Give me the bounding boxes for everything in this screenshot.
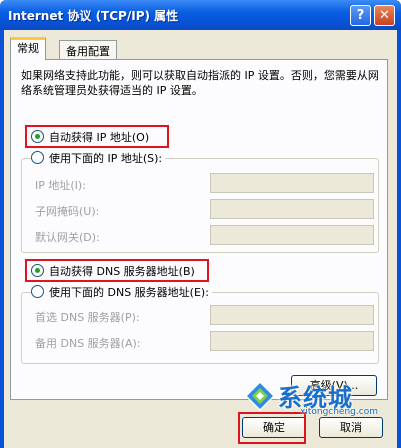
preferred-dns-label: 首选 DNS 服务器(P): (35, 311, 140, 324)
subnet-mask-label: 子网掩码(U): (35, 205, 100, 218)
dialog-window: Internet 协议 (TCP/IP) 属性 ? ✕ 常规 备用配置 如果网络… (0, 0, 401, 448)
radio-manual-dns[interactable]: 使用下面的 DNS 服务器地址(E): (31, 283, 212, 300)
title-bar[interactable]: Internet 协议 (TCP/IP) 属性 ? ✕ (0, 0, 401, 30)
radio-manual-ip-label: 使用下面的 IP 地址(S): (49, 151, 163, 165)
preferred-dns-input[interactable] (210, 305, 374, 325)
window-title: Internet 协议 (TCP/IP) 属性 (8, 9, 179, 23)
alternate-dns-label: 备用 DNS 服务器(A): (35, 337, 141, 350)
radio-manual-ip-indicator[interactable] (31, 151, 44, 164)
radio-auto-dns-indicator[interactable] (31, 264, 44, 277)
watermark-logo-icon (245, 381, 275, 411)
help-button[interactable]: ? (350, 5, 371, 26)
radio-auto-dns[interactable]: 自动获得 DNS 服务器地址(B) (31, 262, 195, 279)
default-gateway-label: 默认网关(D): (35, 231, 100, 244)
default-gateway-input[interactable] (210, 225, 374, 245)
alternate-dns-input[interactable] (210, 331, 374, 351)
ip-address-input[interactable] (210, 173, 374, 193)
radio-auto-ip-indicator[interactable] (31, 130, 44, 143)
dns-manual-group (21, 292, 379, 364)
description-text: 如果网络支持此功能，则可以获取自动指派的 IP 设置。否则，您需要从网络系统管理… (21, 69, 379, 97)
tab-alternate-config[interactable]: 备用配置 (59, 40, 117, 60)
cancel-button[interactable]: 取消 (319, 417, 383, 438)
radio-auto-ip-label: 自动获得 IP 地址(O) (49, 130, 150, 144)
watermark-url: xitongcheng.com (300, 407, 378, 417)
radio-manual-dns-label: 使用下面的 DNS 服务器地址(E): (49, 285, 209, 299)
watermark: 系统城 xitongcheng.com (244, 378, 394, 418)
radio-auto-ip[interactable]: 自动获得 IP 地址(O) (31, 128, 149, 145)
tab-general[interactable]: 常规 (10, 37, 46, 60)
radio-auto-dns-label: 自动获得 DNS 服务器地址(B) (49, 264, 195, 278)
ip-address-label: IP 地址(I): (35, 179, 86, 192)
radio-manual-dns-indicator[interactable] (31, 285, 44, 298)
subnet-mask-input[interactable] (210, 199, 374, 219)
radio-manual-ip[interactable]: 使用下面的 IP 地址(S): (31, 149, 166, 166)
close-button[interactable]: ✕ (374, 5, 395, 26)
tab-panel-general: 如果网络支持此功能，则可以获取自动指派的 IP 设置。否则，您需要从网络系统管理… (10, 59, 388, 400)
